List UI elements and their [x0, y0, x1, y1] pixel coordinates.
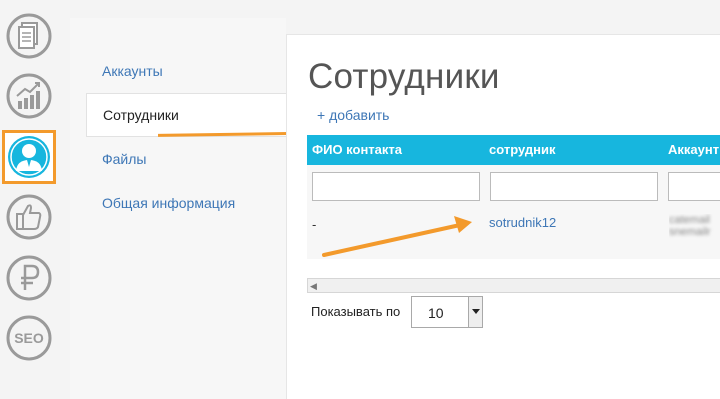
- nav-item-employees[interactable]: Сотрудники: [86, 93, 286, 137]
- annotation-arrow: [322, 216, 472, 257]
- app-root: SEO Аккаунты Сотрудники Файлы Общая инфо…: [0, 0, 720, 399]
- chevron-down-icon[interactable]: [468, 297, 482, 327]
- page-size-value: 10: [428, 305, 444, 321]
- page-size-select[interactable]: 10: [411, 296, 483, 328]
- employee-link[interactable]: sotrudnik12: [489, 215, 556, 230]
- column-header-account[interactable]: Аккаунт: [668, 142, 719, 157]
- filter-employee-input[interactable]: [490, 172, 658, 201]
- column-header-employee[interactable]: сотрудник: [489, 142, 556, 157]
- thumbs-up-icon[interactable]: [2, 190, 56, 244]
- nav-item-accounts[interactable]: Аккаунты: [102, 63, 163, 79]
- section-nav: Аккаунты Сотрудники Файлы Общая информац…: [70, 18, 286, 399]
- filter-contact-input[interactable]: [312, 172, 480, 201]
- svg-text:SEO: SEO: [14, 330, 44, 346]
- documents-icon[interactable]: [2, 9, 56, 63]
- growth-chart-icon[interactable]: [2, 69, 56, 123]
- horizontal-scrollbar[interactable]: ◀: [307, 278, 720, 293]
- user-icon[interactable]: [2, 130, 56, 184]
- page-size-label: Показывать по: [311, 304, 401, 319]
- table-header: ФИО контакта сотрудник Аккаунт: [307, 135, 720, 165]
- nav-item-general-info[interactable]: Общая информация: [102, 195, 235, 211]
- cell-contact: -: [312, 217, 317, 232]
- seo-icon[interactable]: SEO: [2, 311, 56, 365]
- scroll-left-icon[interactable]: ◀: [310, 281, 320, 291]
- column-header-contact[interactable]: ФИО контакта: [312, 142, 402, 157]
- cell-account-blurred: catemail snemailr: [669, 214, 711, 238]
- ruble-icon[interactable]: [2, 251, 56, 305]
- filter-account-input[interactable]: [668, 172, 720, 201]
- icon-rail: SEO: [0, 0, 58, 399]
- add-employee-link[interactable]: + добавить: [317, 107, 389, 123]
- nav-item-files[interactable]: Файлы: [102, 151, 146, 167]
- nav-item-employees-label: Сотрудники: [103, 107, 179, 123]
- page-title: Сотрудники: [308, 57, 500, 96]
